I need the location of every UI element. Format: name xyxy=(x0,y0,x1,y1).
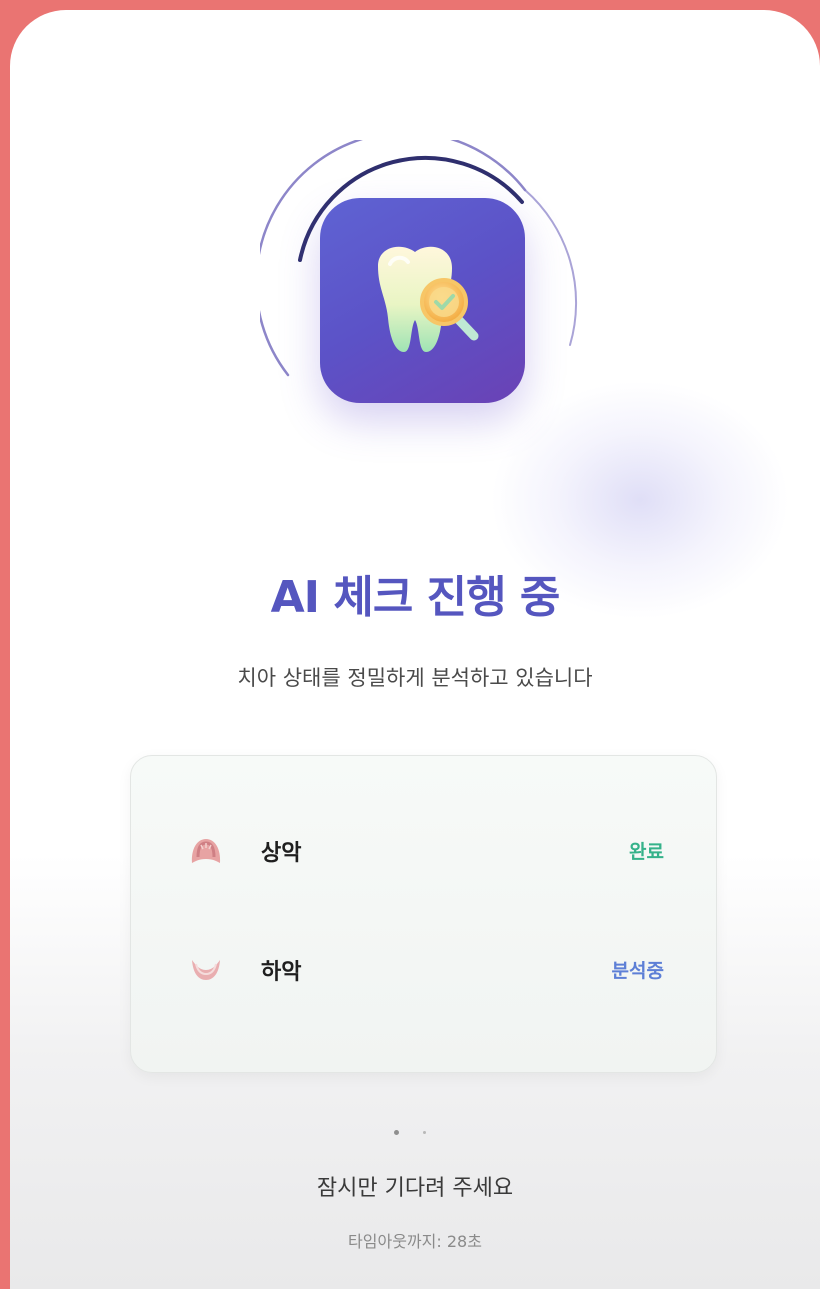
page-title: AI 체크 진행 중 xyxy=(270,572,561,623)
analysis-status-card: 상악 완료 하악 분석중 xyxy=(130,755,717,1073)
wait-message: 잠시만 기다려 주세요 xyxy=(316,1176,514,1201)
upper-jaw-status: 완료 xyxy=(629,841,664,863)
timeout-countdown: 타임아웃까지: 28초 xyxy=(348,1232,482,1251)
lower-jaw-status: 분석중 xyxy=(611,960,664,982)
lower-jaw-icon xyxy=(192,960,220,980)
tooth-magnifier-icon xyxy=(378,246,479,352)
page-subtitle: 치아 상태를 정밀하게 분석하고 있습니다 xyxy=(237,666,593,690)
upper-jaw-icon xyxy=(191,839,221,863)
loading-dot xyxy=(394,1130,399,1135)
upper-jaw-label: 상악 xyxy=(261,841,302,866)
app-icon-group xyxy=(260,140,590,430)
lower-jaw-label: 하악 xyxy=(261,960,302,985)
analysis-screen: AI 체크 진행 중 치아 상태를 정밀하게 분석하고 있습니다 상악 완료 하… xyxy=(10,10,820,1289)
loading-dots xyxy=(390,1128,440,1138)
app-icon xyxy=(320,198,525,403)
loading-dot xyxy=(423,1131,426,1134)
list-item-upper-jaw: 상악 완료 xyxy=(131,821,716,881)
list-item-lower-jaw: 하악 분석중 xyxy=(131,940,716,1000)
